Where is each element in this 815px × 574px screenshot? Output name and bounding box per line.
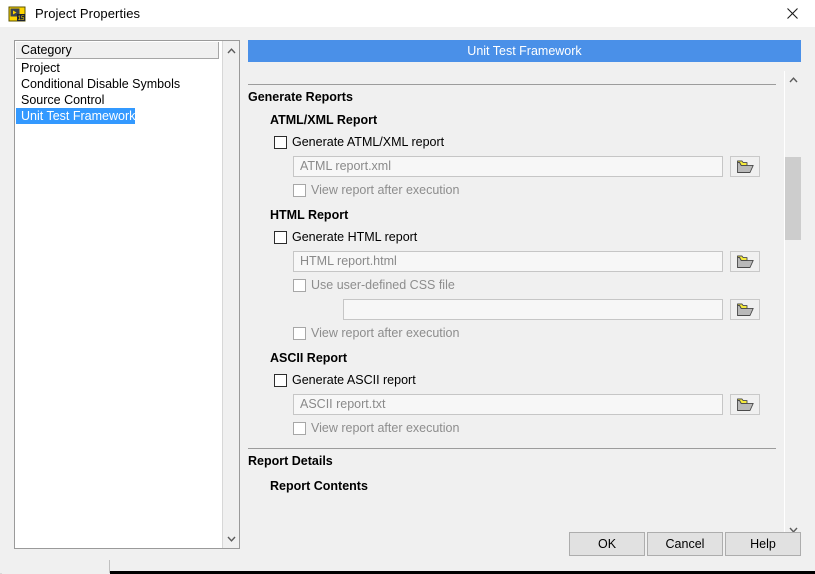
subsection-html-report: HTML Report: [270, 208, 349, 222]
generate-atml-report-label: Generate ATML/XML report: [292, 135, 445, 149]
css-browse-button[interactable]: [730, 299, 760, 320]
category-column-header: Category: [16, 42, 219, 59]
help-button[interactable]: Help: [725, 532, 801, 556]
generate-html-report-row[interactable]: Generate HTML report: [274, 230, 783, 244]
category-listbox[interactable]: Category Project Conditional Disable Sym…: [14, 40, 240, 549]
ascii-path-row: ASCII report.txt: [293, 394, 783, 415]
html-view-report-checkbox[interactable]: [293, 326, 306, 340]
settings-scroll-area: Generate Reports ATML/XML Report Generat…: [248, 71, 783, 538]
category-scrollbar[interactable]: [222, 41, 239, 548]
sidebar-item-unit-test-framework[interactable]: Unit Test Framework: [16, 108, 136, 124]
css-path-row: [343, 299, 783, 320]
ascii-path-input[interactable]: ASCII report.txt: [293, 394, 723, 415]
html-view-report-row[interactable]: View report after execution: [293, 326, 783, 340]
chevron-up-icon[interactable]: [223, 42, 239, 59]
list-item[interactable]: Unit Test Framework: [16, 108, 219, 124]
subsection-report-contents: Report Contents: [270, 479, 368, 493]
sidebar-item-project[interactable]: Project: [16, 60, 60, 76]
scrollbar-thumb[interactable]: [785, 157, 801, 240]
divider: [248, 448, 776, 449]
list-item[interactable]: Project: [16, 60, 219, 76]
use-css-file-checkbox[interactable]: [293, 278, 306, 292]
labview-project-icon: 15: [8, 5, 26, 23]
content-scrollbar[interactable]: [784, 71, 801, 538]
subsection-ascii-report: ASCII Report: [270, 351, 348, 365]
close-icon[interactable]: [769, 0, 815, 27]
window-bottom-edge: [0, 560, 815, 574]
divider: [248, 84, 776, 85]
svg-text:15: 15: [18, 15, 25, 21]
use-css-file-label: Use user-defined CSS file: [311, 278, 455, 292]
cancel-button[interactable]: Cancel: [647, 532, 723, 556]
generate-ascii-report-label: Generate ASCII report: [292, 373, 416, 387]
sidebar-item-source-control[interactable]: Source Control: [16, 92, 104, 108]
subsection-atml-report: ATML/XML Report: [270, 113, 378, 127]
generate-html-report-checkbox[interactable]: [274, 230, 287, 244]
generate-atml-report-checkbox[interactable]: [274, 135, 287, 149]
generate-ascii-report-checkbox[interactable]: [274, 373, 287, 387]
atml-path-input[interactable]: ATML report.xml: [293, 156, 723, 177]
ok-button[interactable]: OK: [569, 532, 645, 556]
chevron-up-icon[interactable]: [785, 71, 801, 88]
html-path-input[interactable]: HTML report.html: [293, 251, 723, 272]
ascii-view-report-checkbox[interactable]: [293, 421, 306, 435]
css-path-input[interactable]: [343, 299, 723, 320]
generate-ascii-report-row[interactable]: Generate ASCII report: [274, 373, 783, 387]
generate-atml-report-row[interactable]: Generate ATML/XML report: [274, 135, 783, 149]
ascii-view-report-label: View report after execution: [311, 421, 460, 435]
atml-view-report-label: View report after execution: [311, 183, 460, 197]
atml-view-report-checkbox[interactable]: [293, 183, 306, 197]
dialog-button-bar: OK Cancel Help: [0, 532, 815, 562]
list-item[interactable]: Conditional Disable Symbols: [16, 76, 219, 92]
html-view-report-label: View report after execution: [311, 326, 460, 340]
window-title: Project Properties: [35, 6, 141, 21]
project-properties-dialog: 15 Project Properties Category Project C…: [0, 0, 815, 574]
ascii-browse-button[interactable]: [730, 394, 760, 415]
section-generate-reports: Generate Reports: [248, 90, 353, 104]
section-report-details: Report Details: [248, 454, 333, 468]
generate-html-report-label: Generate HTML report: [292, 230, 418, 244]
scrollbar-track[interactable]: [785, 71, 801, 538]
atml-browse-button[interactable]: [730, 156, 760, 177]
use-css-file-row[interactable]: Use user-defined CSS file: [293, 278, 783, 292]
category-item-list: Project Conditional Disable Symbols Sour…: [16, 60, 219, 124]
dialog-body: Category Project Conditional Disable Sym…: [0, 27, 815, 560]
html-browse-button[interactable]: [730, 251, 760, 272]
ascii-view-report-row[interactable]: View report after execution: [293, 421, 783, 435]
atml-view-report-row[interactable]: View report after execution: [293, 183, 783, 197]
sidebar-item-conditional-disable-symbols[interactable]: Conditional Disable Symbols: [16, 76, 180, 92]
atml-path-row: ATML report.xml: [293, 156, 783, 177]
title-bar: 15 Project Properties: [0, 0, 815, 27]
page-title: Unit Test Framework: [248, 40, 801, 62]
content-pane: Unit Test Framework Generate Reports ATM…: [248, 40, 801, 538]
html-path-row: HTML report.html: [293, 251, 783, 272]
list-item[interactable]: Source Control: [16, 92, 219, 108]
taskbar-stub: [0, 560, 110, 573]
